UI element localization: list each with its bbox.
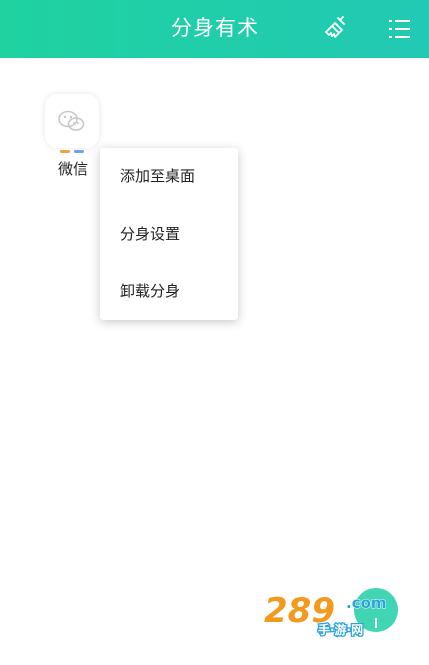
indicator-dot <box>74 150 84 153</box>
watermark-tagline: 手·游·网 <box>318 622 363 637</box>
app-tile-wechat[interactable]: 微信 <box>45 94 101 184</box>
app-label: 微信 <box>57 160 88 178</box>
indicator-dot <box>60 150 70 153</box>
menu-item-add-to-desktop[interactable]: 添加至桌面 <box>100 148 238 204</box>
menu-item-clone-settings[interactable]: 分身设置 <box>100 206 238 262</box>
wechat-app-icon <box>45 94 99 148</box>
menu-button[interactable] <box>385 14 415 44</box>
app-screen: 分身有术 微信 添加至桌面 分身设置 卸载分身 289 .com 手·游·网 <box>0 0 429 665</box>
watermark-suffix: .com <box>346 594 387 612</box>
clone-indicator <box>60 150 86 154</box>
watermark-logo: 289 .com 手·游·网 <box>263 590 387 638</box>
list-menu-icon <box>389 20 410 38</box>
page-title: 分身有术 <box>171 16 259 40</box>
menu-item-uninstall-clone[interactable]: 卸载分身 <box>100 263 238 319</box>
context-menu: 添加至桌面 分身设置 卸载分身 <box>100 148 238 320</box>
wechat-icon <box>58 110 85 131</box>
broom-icon <box>325 16 345 38</box>
site-watermark: 289 .com 手·游·网 <box>262 584 422 654</box>
clean-button[interactable] <box>321 14 351 44</box>
header-bar: 分身有术 <box>0 0 429 58</box>
